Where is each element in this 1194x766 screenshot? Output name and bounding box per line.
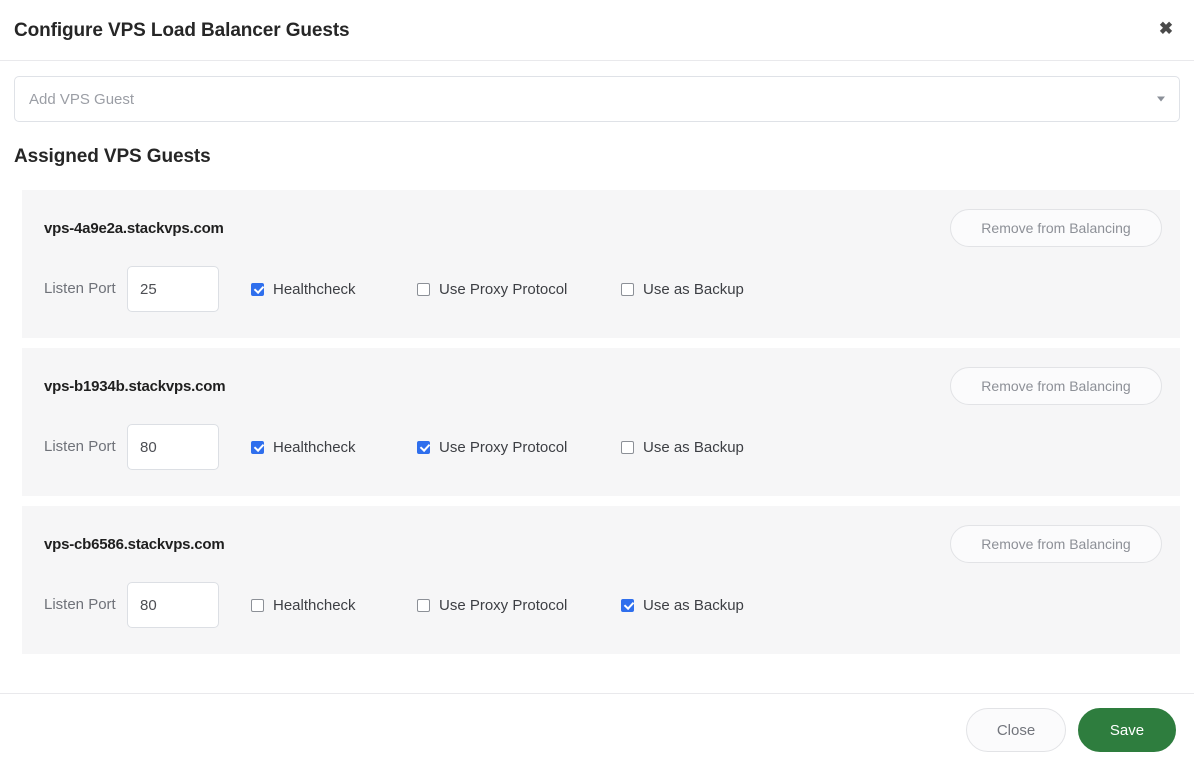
listen-port-label: Listen Port bbox=[44, 438, 116, 455]
chevron-down-icon bbox=[1157, 96, 1165, 102]
checkbox-use_as_backup-label: Use as Backup bbox=[643, 280, 744, 298]
guest-card-controls: Listen Port Healthcheck Use Proxy Protocol… bbox=[44, 266, 1162, 312]
guest-hostname: vps-4a9e2a.stackvps.com bbox=[44, 219, 224, 237]
checkbox-use_proxy_protocol-label: Use Proxy Protocol bbox=[439, 438, 568, 456]
configure-vps-load-balancer-modal: Configure VPS Load Balancer Guests ✖ Add… bbox=[0, 0, 1194, 766]
checkbox-use_proxy_protocol-box[interactable] bbox=[417, 598, 430, 612]
checkbox-healthcheck[interactable]: Healthcheck bbox=[251, 281, 417, 298]
checkbox-use_proxy_protocol[interactable]: Use Proxy Protocol bbox=[417, 597, 621, 614]
checkbox-use_as_backup[interactable]: Use as Backup bbox=[621, 439, 825, 456]
checkbox-healthcheck[interactable]: Healthcheck bbox=[251, 597, 417, 614]
guest-card-header: vps-b1934b.stackvps.com Remove from Balan… bbox=[44, 367, 1162, 405]
listen-port-input[interactable] bbox=[127, 582, 219, 628]
checkbox-use_as_backup-box[interactable] bbox=[621, 598, 634, 612]
modal-body: Add VPS Guest Assigned VPS Guests vps-4a… bbox=[0, 61, 1194, 693]
guest-card: vps-4a9e2a.stackvps.com Remove from Balan… bbox=[22, 190, 1180, 338]
listen-port-label: Listen Port bbox=[44, 596, 116, 613]
checkbox-use_proxy_protocol-label: Use Proxy Protocol bbox=[439, 280, 568, 298]
checkbox-healthcheck-label: Healthcheck bbox=[273, 280, 356, 298]
checkbox-use_proxy_protocol[interactable]: Use Proxy Protocol bbox=[417, 281, 621, 298]
checkbox-use_as_backup[interactable]: Use as Backup bbox=[621, 281, 825, 298]
checkbox-use_as_backup-box[interactable] bbox=[621, 440, 634, 454]
guest-option-checkboxes: Healthcheck Use Proxy Protocol Use as Back… bbox=[251, 439, 1162, 456]
guest-card-controls: Listen Port Healthcheck Use Proxy Protocol… bbox=[44, 582, 1162, 628]
modal-footer: Close Save bbox=[0, 693, 1194, 766]
listen-port-input[interactable] bbox=[127, 266, 219, 312]
checkbox-use_as_backup[interactable]: Use as Backup bbox=[621, 597, 825, 614]
save-button[interactable]: Save bbox=[1078, 708, 1176, 752]
checkbox-use_proxy_protocol-box[interactable] bbox=[417, 282, 430, 296]
assigned-guest-list: vps-4a9e2a.stackvps.com Remove from Balan… bbox=[14, 190, 1180, 654]
guest-hostname: vps-cb6586.stackvps.com bbox=[44, 535, 225, 553]
checkbox-use_proxy_protocol-box[interactable] bbox=[417, 440, 430, 454]
checkbox-healthcheck[interactable]: Healthcheck bbox=[251, 439, 417, 456]
guest-card-header: vps-4a9e2a.stackvps.com Remove from Balan… bbox=[44, 209, 1162, 247]
listen-port-label: Listen Port bbox=[44, 280, 116, 297]
assigned-vps-guests-title: Assigned VPS Guests bbox=[14, 146, 211, 167]
add-vps-guest-placeholder: Add VPS Guest bbox=[29, 90, 135, 108]
guest-card-controls: Listen Port Healthcheck Use Proxy Protocol… bbox=[44, 424, 1162, 470]
checkbox-use_as_backup-box[interactable] bbox=[621, 282, 634, 296]
checkbox-healthcheck-box[interactable] bbox=[251, 598, 264, 612]
guest-card: vps-b1934b.stackvps.com Remove from Balan… bbox=[22, 348, 1180, 496]
listen-port-input[interactable] bbox=[127, 424, 219, 470]
guest-hostname: vps-b1934b.stackvps.com bbox=[44, 377, 226, 395]
add-vps-guest-select[interactable]: Add VPS Guest bbox=[14, 76, 1180, 122]
checkbox-healthcheck-box[interactable] bbox=[251, 282, 264, 296]
remove-from-balancing-button[interactable]: Remove from Balancing bbox=[950, 525, 1162, 563]
guest-option-checkboxes: Healthcheck Use Proxy Protocol Use as Back… bbox=[251, 281, 1162, 298]
checkbox-use_as_backup-label: Use as Backup bbox=[643, 438, 744, 456]
remove-from-balancing-button[interactable]: Remove from Balancing bbox=[950, 367, 1162, 405]
guest-option-checkboxes: Healthcheck Use Proxy Protocol Use as Back… bbox=[251, 597, 1162, 614]
checkbox-healthcheck-box[interactable] bbox=[251, 440, 264, 454]
guest-card-header: vps-cb6586.stackvps.com Remove from Balan… bbox=[44, 525, 1162, 563]
checkbox-use_as_backup-label: Use as Backup bbox=[643, 596, 744, 614]
close-icon[interactable]: ✖ bbox=[1154, 16, 1178, 40]
checkbox-healthcheck-label: Healthcheck bbox=[273, 596, 356, 614]
modal-header: Configure VPS Load Balancer Guests ✖ bbox=[0, 0, 1194, 61]
remove-from-balancing-button[interactable]: Remove from Balancing bbox=[950, 209, 1162, 247]
close-button[interactable]: Close bbox=[966, 708, 1066, 752]
checkbox-use_proxy_protocol-label: Use Proxy Protocol bbox=[439, 596, 568, 614]
checkbox-healthcheck-label: Healthcheck bbox=[273, 438, 356, 456]
page-title: Configure VPS Load Balancer Guests bbox=[14, 19, 350, 41]
guest-card: vps-cb6586.stackvps.com Remove from Balan… bbox=[22, 506, 1180, 654]
checkbox-use_proxy_protocol[interactable]: Use Proxy Protocol bbox=[417, 439, 621, 456]
